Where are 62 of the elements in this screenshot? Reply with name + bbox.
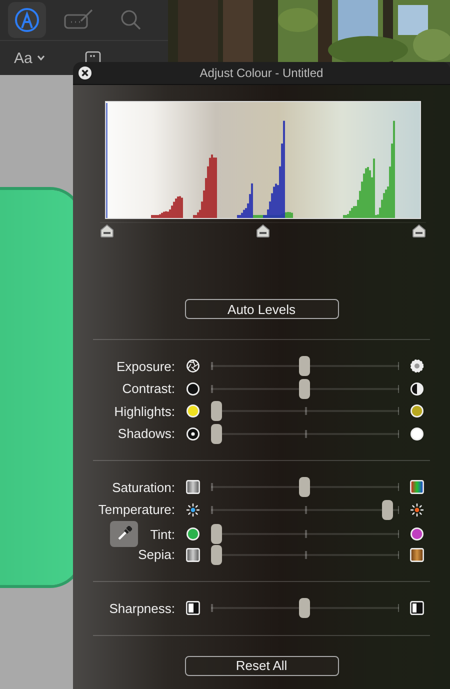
slider-label: Exposure:: [116, 358, 175, 374]
aperture-icon: [186, 359, 200, 374]
circle-icon: [410, 426, 424, 441]
slider-thumb[interactable]: [299, 477, 310, 498]
window-title: Adjust Colour - Untitled: [200, 66, 324, 80]
slider-track[interactable]: [211, 401, 399, 422]
slider-label: Sharpness:: [109, 600, 175, 616]
eyedropper-icon: [116, 526, 132, 542]
pen-icon: [14, 7, 40, 33]
close-icon[interactable]: [78, 66, 92, 80]
slider-track[interactable]: [211, 524, 399, 544]
slider-label: Sepia:: [138, 547, 175, 562]
slider-track[interactable]: [211, 378, 399, 399]
gradient-square-icon: [186, 480, 200, 494]
slider-thumb[interactable]: [382, 500, 394, 520]
slider-label: Tint:: [150, 526, 175, 542]
slider-track[interactable]: [211, 356, 399, 376]
toolbar-button[interactable]: [8, 2, 46, 38]
slider-label: Highlights:: [114, 404, 175, 419]
slider-track[interactable]: [211, 544, 399, 565]
slider-track[interactable]: [211, 477, 399, 498]
chevron-down-icon: [37, 55, 46, 61]
auto-levels-button[interactable]: Auto Levels: [184, 299, 338, 319]
level-marker-thumb[interactable]: [412, 224, 426, 238]
gradient-square-icon: [410, 548, 424, 562]
contrast-square-icon: [410, 601, 424, 616]
slider-label: Saturation:: [112, 480, 175, 495]
slider-track[interactable]: [211, 424, 399, 444]
slider-thumb[interactable]: [299, 378, 310, 399]
gradient-square-icon: [410, 480, 424, 494]
keyboard-pen-icon: [64, 9, 94, 31]
font-button[interactable]: Aa: [14, 50, 46, 66]
slider-track[interactable]: [211, 598, 399, 618]
circle-icon: [186, 527, 200, 541]
aperture-icon: [410, 359, 424, 374]
reset-all-button[interactable]: Reset All: [184, 656, 338, 676]
sun-icon: [186, 502, 200, 517]
circle-icon: [186, 382, 200, 396]
sun-icon: [410, 502, 424, 517]
contrast-square-icon: [186, 601, 200, 616]
search-icon: [120, 9, 142, 31]
circle-icon: [410, 404, 424, 418]
slider-thumb[interactable]: [211, 524, 222, 544]
eyedropper-button[interactable]: [110, 521, 138, 547]
level-marker-thumb[interactable]: [100, 224, 114, 238]
slider-thumb[interactable]: [211, 424, 222, 444]
histogram-series: [150, 154, 216, 218]
slider-label: Shadows:: [118, 426, 175, 442]
circle-icon: [410, 527, 424, 541]
level-marker-thumb[interactable]: [256, 224, 270, 238]
half-circle-icon: [410, 382, 424, 396]
slider-thumb[interactable]: [211, 401, 222, 422]
dot-circle-icon: [186, 426, 200, 441]
slider-thumb[interactable]: [299, 598, 310, 618]
slider-thumb[interactable]: [211, 544, 222, 565]
slider-thumb[interactable]: [299, 356, 310, 376]
slider-track[interactable]: [211, 500, 399, 520]
slider-label: Contrast:: [122, 381, 175, 396]
levels-track[interactable]: [100, 222, 426, 239]
gradient-square-icon: [186, 548, 200, 562]
slider-label: Temperature:: [98, 502, 175, 518]
circle-icon: [186, 404, 200, 418]
